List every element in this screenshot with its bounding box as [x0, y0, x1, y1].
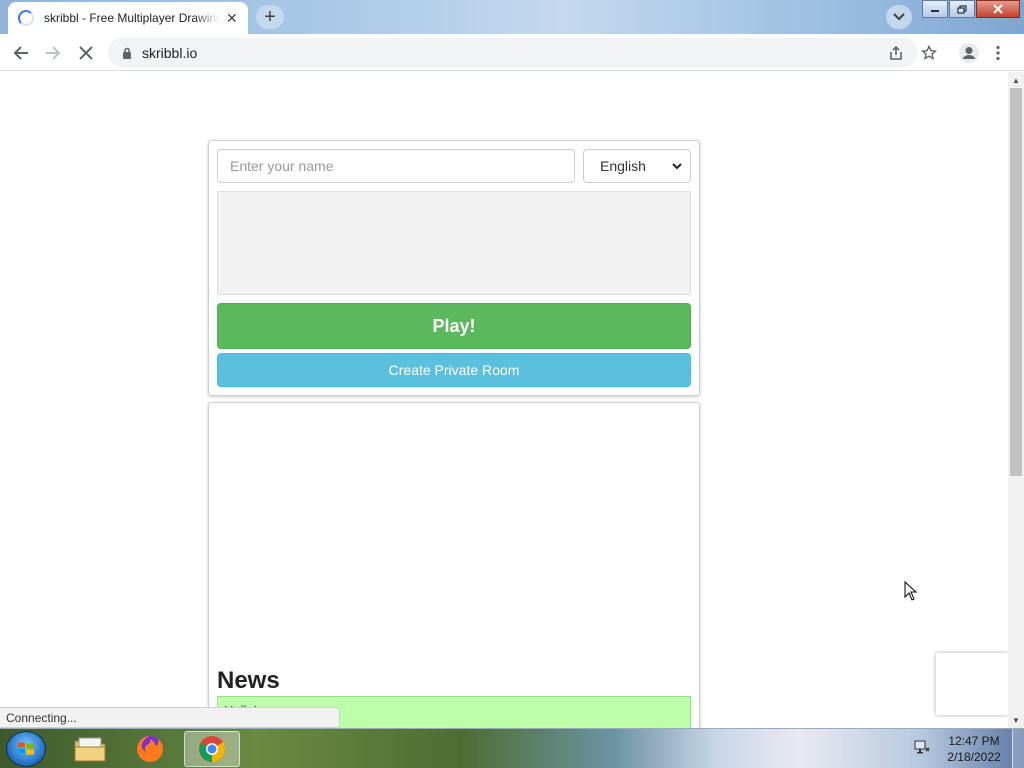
scroll-thumb[interactable] [1010, 88, 1022, 476]
stop-loading-button[interactable] [75, 42, 97, 64]
chevron-down-icon [893, 13, 905, 21]
lock-icon [123, 47, 131, 59]
system-clock[interactable]: 12:47 PM 2/18/2022 [944, 733, 1004, 765]
page-viewport: English Play! Create Private Room News H… [0, 72, 1008, 728]
chrome-icon [199, 736, 226, 763]
minimize-button[interactable] [922, 0, 948, 18]
tab-title: skribbl - Free Multiplayer Drawing & Gue… [44, 11, 220, 25]
language-selected: English [600, 158, 646, 174]
arrow-right-icon [46, 46, 61, 60]
recaptcha-badge[interactable] [936, 653, 1008, 715]
page-scrollbar[interactable]: ▲ ▼ [1008, 72, 1024, 728]
news-panel: News Hello! [208, 402, 700, 728]
network-tray-icon[interactable] [914, 739, 930, 760]
windows-taskbar: 12:47 PM 2/18/2022 [0, 728, 1024, 768]
chevron-down-icon [672, 162, 682, 169]
browser-toolbar: skribbl.io [0, 34, 1024, 71]
minimize-icon [931, 10, 939, 12]
avatar-icon [959, 42, 979, 63]
tab-close-icon[interactable]: ✕ [226, 11, 238, 25]
chrome-taskbar-button[interactable] [184, 731, 240, 767]
restore-button[interactable] [949, 0, 975, 18]
tab-search-button[interactable] [886, 5, 912, 29]
chrome-menu-button[interactable] [996, 38, 1024, 67]
clock-time: 12:47 PM [948, 734, 1000, 748]
avatar-customizer[interactable] [217, 191, 691, 295]
loading-spinner-icon [18, 10, 34, 26]
show-desktop-button[interactable] [1012, 729, 1024, 768]
window-controls [921, 0, 1020, 20]
news-title: News [217, 667, 280, 694]
close-icon [993, 4, 1003, 14]
language-select[interactable]: English [583, 149, 691, 183]
forward-button[interactable] [42, 42, 64, 64]
start-button[interactable] [6, 731, 46, 767]
new-tab-button[interactable]: + [256, 5, 284, 29]
star-icon [921, 44, 937, 60]
restore-icon [957, 4, 967, 14]
address-bar[interactable]: skribbl.io [108, 38, 918, 67]
firefox-taskbar-button[interactable] [122, 731, 178, 767]
firefox-icon [137, 736, 163, 762]
scroll-up-icon[interactable]: ▲ [1008, 72, 1024, 88]
browser-titlebar: skribbl - Free Multiplayer Drawing & Gue… [0, 0, 1024, 34]
url-text: skribbl.io [142, 44, 198, 61]
mouse-cursor-icon [904, 580, 918, 606]
name-input[interactable] [217, 149, 575, 183]
share-icon [890, 45, 902, 60]
windows-logo-icon [18, 742, 34, 755]
back-button[interactable] [10, 42, 32, 64]
arrow-left-icon [13, 46, 28, 60]
clock-date: 2/18/2022 [947, 750, 1001, 764]
login-panel: English Play! Create Private Room [208, 140, 700, 396]
stop-x-icon [79, 46, 93, 60]
scroll-down-icon[interactable]: ▼ [1008, 712, 1024, 728]
create-private-room-button[interactable]: Create Private Room [217, 353, 691, 387]
folder-icon [74, 737, 106, 762]
window-close-button[interactable] [976, 0, 1020, 18]
status-bubble: Connecting... [0, 707, 340, 728]
kebab-menu-icon [996, 45, 1000, 60]
file-explorer-taskbar-button[interactable] [62, 731, 118, 767]
browser-tab[interactable]: skribbl - Free Multiplayer Drawing & Gue… [8, 2, 248, 34]
play-button[interactable]: Play! [217, 303, 691, 349]
